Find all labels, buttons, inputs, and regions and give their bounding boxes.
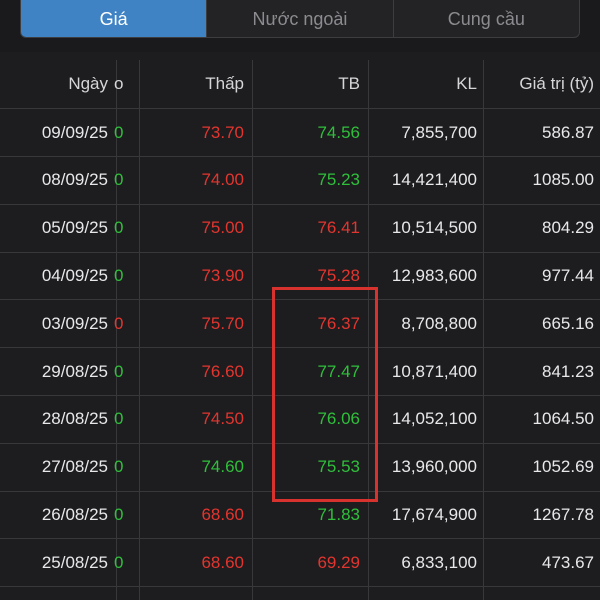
value-cell: 1064.50	[532, 409, 594, 429]
header-clipped: o	[114, 74, 124, 93]
avg-price-cell: 71.83	[317, 504, 360, 524]
value-cell: 1085.00	[532, 170, 594, 190]
table-row[interactable]: 09/09/25 0 73.70 74.56 7,855,700 586.87	[0, 109, 600, 157]
date-cell: 04/09/25	[41, 265, 108, 285]
value-cell: 586.87	[542, 122, 594, 142]
avg-price-cell: 75.23	[317, 170, 360, 190]
low-price-cell: 73.70	[201, 122, 244, 142]
clipped-cell: 0	[114, 313, 124, 333]
clipped-cell: 0	[114, 218, 124, 238]
volume-cell: 13,960,000	[391, 457, 477, 477]
value-cell: 977.44	[542, 265, 594, 285]
avg-price-cell: 76.41	[317, 218, 360, 238]
table-header: Ngày o Thấp TB KL Giá trị (tỷ)	[0, 60, 600, 109]
avg-price-cell: 77.47	[317, 361, 360, 381]
date-cell: 29/08/25	[41, 361, 108, 381]
value-cell: 665.16	[542, 313, 594, 333]
header-date[interactable]: Ngày	[0, 60, 112, 108]
clipped-cell: 0	[114, 170, 124, 190]
date-cell: 27/08/25	[41, 457, 108, 477]
date-cell: 03/09/25	[41, 313, 108, 333]
low-price-cell: 74.60	[201, 457, 244, 477]
clipped-cell: 0	[114, 265, 124, 285]
volume-cell: 12,983,600	[391, 265, 477, 285]
clipped-cell: 0	[114, 361, 124, 381]
volume-cell: 14,421,400	[391, 170, 477, 190]
avg-price-cell: 76.37	[317, 313, 360, 333]
header-volume[interactable]: KL	[370, 60, 477, 108]
price-history-table[interactable]: Ngày o Thấp TB KL Giá trị (tỷ) 09/09/25 0…	[0, 60, 600, 600]
top-bar: Giá Nước ngoài Cung cầu	[0, 0, 600, 52]
table-row[interactable]: 04/09/25 0 73.90 75.28 12,983,600 977.44	[0, 252, 600, 301]
volume-cell: 7,855,700	[401, 122, 477, 142]
low-price-cell: 73.90	[201, 265, 244, 285]
low-price-cell: 68.60	[201, 504, 244, 524]
low-price-cell: 74.00	[201, 170, 244, 190]
table-row[interactable]: 25/08/25 0 68.60 69.29 6,833,100 473.67	[0, 539, 600, 588]
table-row[interactable]: 03/09/25 0 75.70 76.37 8,708,800 665.16	[0, 300, 600, 349]
low-price-cell: 76.60	[201, 361, 244, 381]
date-cell: 09/09/25	[41, 122, 108, 142]
low-price-cell: 68.60	[201, 552, 244, 572]
volume-cell: 14,052,100	[391, 409, 477, 429]
date-cell: 08/09/25	[41, 170, 108, 190]
volume-cell: 8,708,800	[401, 313, 477, 333]
value-cell: 804.29	[542, 218, 594, 238]
volume-cell: 10,871,400	[391, 361, 477, 381]
header-low[interactable]: Thấp	[140, 60, 246, 108]
table-row[interactable]: 05/09/25 0 75.00 76.41 10,514,500 804.29	[0, 205, 600, 253]
table-row[interactable]: 28/08/25 0 74.50 76.06 14,052,100 1064.50	[0, 396, 600, 444]
clipped-cell: 0	[114, 552, 124, 572]
clipped-cell: 0	[114, 504, 124, 524]
tab-gia[interactable]: Giá	[21, 0, 207, 37]
table-row[interactable]: 26/08/25 0 68.60 71.83 17,674,900 1267.78	[0, 491, 600, 540]
avg-price-cell: 75.53	[317, 457, 360, 477]
value-cell: 473.67	[542, 552, 594, 572]
date-cell: 05/09/25	[41, 218, 108, 238]
date-cell: 28/08/25	[41, 409, 108, 429]
table-row[interactable]: 08/09/25 0 74.00 75.23 14,421,400 1085.00	[0, 157, 600, 205]
date-cell: 25/08/25	[41, 552, 108, 572]
header-avg[interactable]: TB	[250, 60, 362, 108]
avg-price-cell: 69.29	[317, 552, 360, 572]
value-cell: 1052.69	[532, 457, 594, 477]
low-price-cell: 75.00	[201, 218, 244, 238]
segmented-tabs: Giá Nước ngoài Cung cầu	[20, 0, 580, 38]
date-cell: 26/08/25	[41, 504, 108, 524]
table-row[interactable]: 29/08/25 0 76.60 77.47 10,871,400 841.23	[0, 348, 600, 396]
header-value[interactable]: Giá trị (tỷ)	[484, 60, 594, 108]
clipped-cell: 0	[114, 409, 124, 429]
avg-price-cell: 74.56	[317, 122, 360, 142]
tab-cung-cau[interactable]: Cung cầu	[392, 0, 579, 37]
avg-price-cell: 76.06	[317, 409, 360, 429]
clipped-cell: 0	[114, 457, 124, 477]
avg-price-cell: 75.28	[317, 265, 360, 285]
low-price-cell: 75.70	[201, 313, 244, 333]
value-cell: 841.23	[542, 361, 594, 381]
value-cell: 1267.78	[532, 504, 594, 524]
volume-cell: 6,833,100	[401, 552, 477, 572]
table-row[interactable]: 27/08/25 0 74.60 75.53 13,960,000 1052.69	[0, 444, 600, 492]
clipped-cell: 0	[114, 122, 124, 142]
volume-cell: 17,674,900	[391, 504, 477, 524]
tab-nuoc-ngoai[interactable]: Nước ngoài	[206, 0, 392, 37]
volume-cell: 10,514,500	[391, 218, 477, 238]
low-price-cell: 74.50	[201, 409, 244, 429]
